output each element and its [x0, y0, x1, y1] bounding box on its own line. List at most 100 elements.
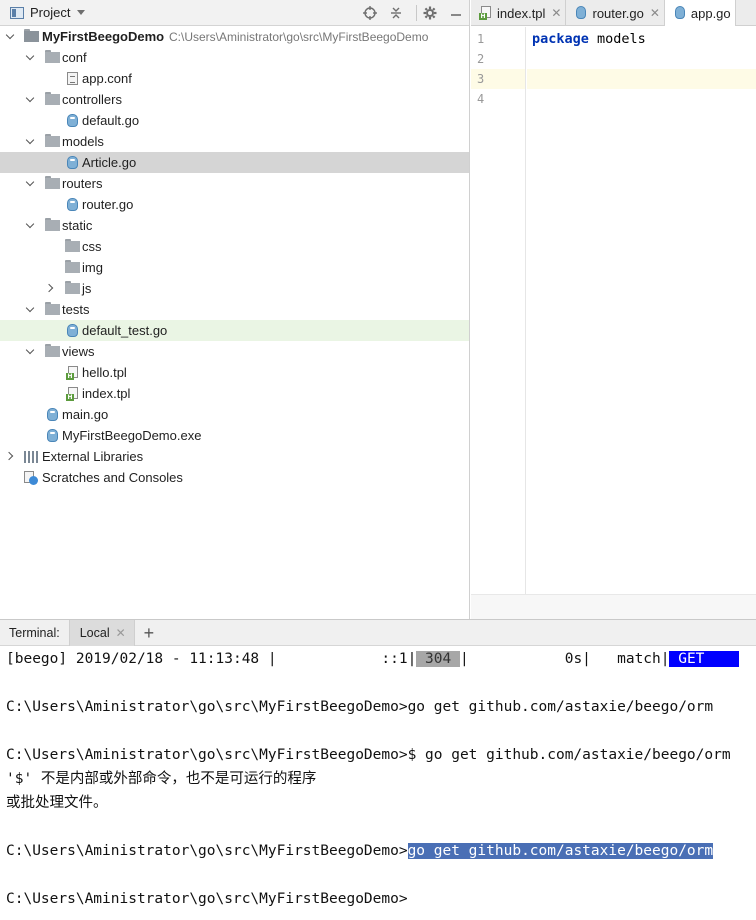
- locate-target-icon[interactable]: [362, 5, 378, 21]
- tree-item-root[interactable]: MyFirstBeegoDemo C:\Users\Aministrator\g…: [0, 26, 469, 47]
- code-line[interactable]: package models: [527, 29, 756, 49]
- terminal-output[interactable]: [beego] 2019/02/18 - 11:13:48 | ::1| 304…: [0, 647, 756, 920]
- line-number-gutter: 1 2 3 4: [471, 27, 526, 594]
- expand-arrow-icon[interactable]: [26, 178, 36, 188]
- go-test-file-icon: [67, 324, 78, 337]
- tab-local-terminal[interactable]: Local ✕: [68, 619, 135, 646]
- tpl-file-icon: [66, 387, 78, 401]
- project-view-icon: [10, 6, 24, 19]
- expand-arrow-icon[interactable]: [26, 136, 36, 146]
- tree-item-hello-tpl[interactable]: hello.tpl: [0, 362, 469, 383]
- folder-icon: [45, 134, 60, 148]
- line-number: 2: [477, 52, 485, 66]
- gear-icon[interactable]: [422, 5, 438, 21]
- hide-panel-icon[interactable]: [448, 5, 464, 21]
- terminal-prompt-line[interactable]: C:\Users\Aministrator\go\src\MyFirstBeeg…: [6, 888, 408, 910]
- tree-item-label: MyFirstBeegoDemo: [42, 29, 165, 44]
- tree-item-label: static: [62, 218, 93, 233]
- tree-item-app-conf[interactable]: app.conf: [0, 68, 469, 89]
- code-line[interactable]: [527, 89, 756, 109]
- tree-item-article-go[interactable]: Article.go: [0, 152, 469, 173]
- code-line[interactable]: [527, 49, 756, 69]
- tree-item-default-go[interactable]: default.go: [0, 110, 469, 131]
- horizontal-scrollbar[interactable]: [471, 594, 756, 619]
- tree-item-main-go[interactable]: main.go: [0, 404, 469, 425]
- code-area[interactable]: package models: [527, 27, 756, 594]
- tree-item-img[interactable]: img: [0, 257, 469, 278]
- tree-item-scratches[interactable]: Scratches and Consoles: [0, 467, 469, 488]
- line-number: 4: [477, 92, 485, 106]
- close-icon[interactable]: ✕: [116, 626, 126, 640]
- folder-icon: [45, 344, 60, 358]
- terminal-line: C:\Users\Aministrator\go\src\MyFirstBeeg…: [6, 699, 714, 715]
- tree-item-index-tpl[interactable]: index.tpl: [0, 383, 469, 404]
- tree-item-conf[interactable]: conf: [0, 47, 469, 68]
- expand-arrow-icon[interactable]: [6, 31, 16, 41]
- tree-item-external-libraries[interactable]: External Libraries: [0, 446, 469, 467]
- tree-item-static[interactable]: static: [0, 215, 469, 236]
- tab-label: index.tpl: [497, 5, 546, 21]
- tab-index-tpl[interactable]: index.tpl ✕: [471, 0, 567, 26]
- tree-item-label: hello.tpl: [82, 365, 127, 380]
- project-tree[interactable]: MyFirstBeegoDemo C:\Users\Aministrator\g…: [0, 26, 469, 488]
- log-middle: | 0s| match|: [459, 651, 670, 667]
- tree-item-label: tests: [62, 302, 90, 317]
- folder-icon: [65, 281, 80, 295]
- chevron-down-icon[interactable]: [77, 10, 86, 15]
- tab-label: app.go: [690, 5, 731, 21]
- folder-icon: [24, 29, 39, 43]
- terminal-line: '$' 不是内部或外部命令，也不是可运行的程序: [6, 771, 317, 787]
- tree-item-tests[interactable]: tests: [0, 299, 469, 320]
- expand-arrow-icon[interactable]: [46, 283, 56, 293]
- new-terminal-button[interactable]: +: [144, 624, 155, 642]
- tree-item-views[interactable]: views: [0, 341, 469, 362]
- expand-arrow-icon[interactable]: [26, 94, 36, 104]
- terminal-tool-window: Terminal: Local ✕ + [beego] 2019/02/18 -…: [0, 619, 756, 920]
- line-number: 1: [477, 32, 485, 46]
- folder-icon: [45, 218, 60, 232]
- terminal-title: Terminal:: [9, 625, 60, 640]
- tab-app-go[interactable]: app.go: [664, 0, 736, 26]
- close-icon[interactable]: ✕: [650, 6, 660, 20]
- tree-item-controllers[interactable]: controllers: [0, 89, 469, 110]
- tree-item-label: controllers: [62, 92, 122, 107]
- tree-item-exe[interactable]: MyFirstBeegoDemo.exe: [0, 425, 469, 446]
- terminal-line: 或批处理文件。: [6, 795, 108, 811]
- code-editor: index.tpl ✕ router.go ✕ app.go 1 2 3 4 p…: [471, 0, 756, 619]
- tree-item-label: Scratches and Consoles: [42, 470, 183, 485]
- line-number: 3: [471, 69, 525, 89]
- expand-arrow-icon[interactable]: [26, 304, 36, 314]
- config-file-icon: [67, 72, 78, 85]
- tree-item-router-go[interactable]: router.go: [0, 194, 469, 215]
- folder-icon: [65, 260, 80, 274]
- selected-command[interactable]: go get github.com/astaxie/beego/orm: [407, 843, 714, 859]
- tree-item-default-test-go[interactable]: default_test.go: [0, 320, 469, 341]
- current-code-line[interactable]: [527, 69, 756, 89]
- tree-item-routers[interactable]: routers: [0, 173, 469, 194]
- tree-item-label: default.go: [82, 113, 140, 128]
- tree-item-label: models: [62, 134, 104, 149]
- tree-item-js[interactable]: js: [0, 278, 469, 299]
- tree-item-label: js: [82, 281, 92, 296]
- project-tool-window: Project MyFirstBeegoDemo C:\Users\Aminis…: [0, 0, 470, 619]
- go-file-icon: [574, 6, 588, 20]
- expand-arrow-icon[interactable]: [26, 220, 36, 230]
- expand-arrow-icon[interactable]: [6, 451, 16, 461]
- project-view-selector[interactable]: Project: [30, 5, 70, 20]
- tree-item-label: css: [82, 239, 102, 254]
- terminal-line: C:\Users\Aministrator\go\src\MyFirstBeeg…: [6, 747, 731, 763]
- go-file-icon: [67, 156, 78, 169]
- tree-item-label: default_test.go: [82, 323, 168, 338]
- tree-item-label: conf: [62, 50, 87, 65]
- collapse-all-icon[interactable]: [388, 5, 404, 21]
- tree-item-css[interactable]: css: [0, 236, 469, 257]
- tree-item-models[interactable]: models: [0, 131, 469, 152]
- tree-item-label: MyFirstBeegoDemo.exe: [62, 428, 202, 443]
- expand-arrow-icon[interactable]: [26, 52, 36, 62]
- expand-arrow-icon[interactable]: [26, 346, 36, 356]
- scratches-icon: [24, 471, 38, 485]
- tab-router-go[interactable]: router.go ✕: [566, 0, 665, 26]
- log-prefix: [beego] 2019/02/18 - 11:13:48 | ::1|: [6, 651, 417, 667]
- close-icon[interactable]: ✕: [551, 6, 561, 20]
- terminal-tab-label: Local: [79, 625, 110, 640]
